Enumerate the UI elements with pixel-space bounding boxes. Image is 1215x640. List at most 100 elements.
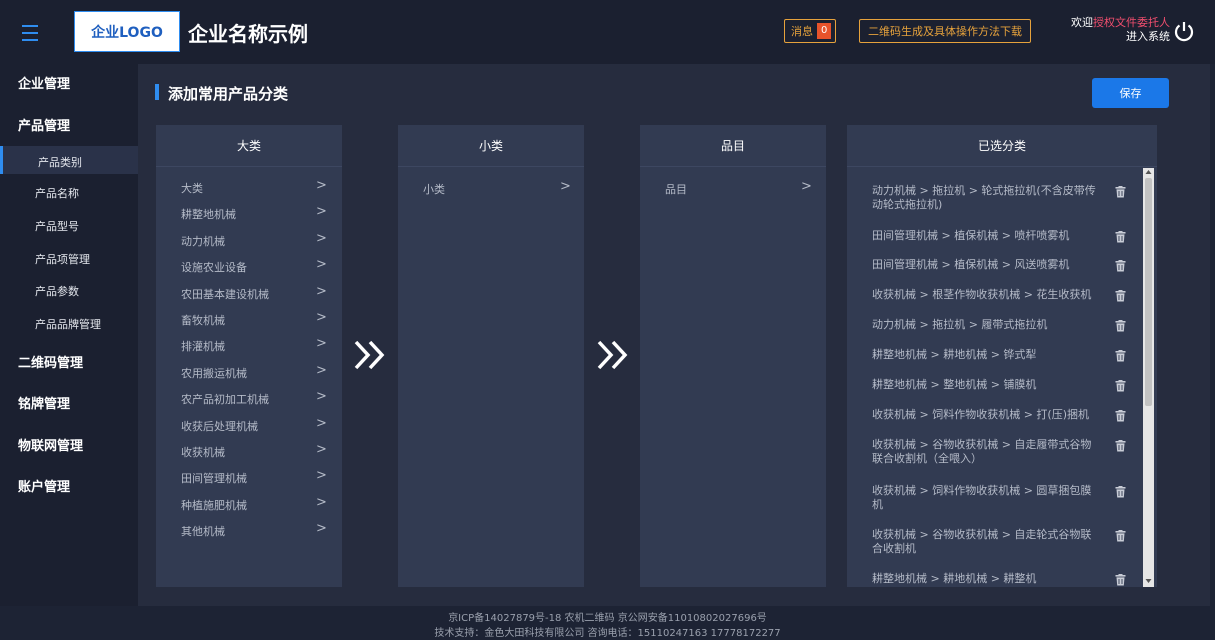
selected-category-text: 合收割机	[872, 542, 916, 555]
item-category-item[interactable]: 品目	[665, 181, 687, 197]
major-category-item[interactable]: 农产品初加工机械	[181, 391, 269, 407]
selected-category-text: 田间管理机械 > 植保机械 > 喷杆喷雾机	[872, 229, 1070, 242]
selected-category-text: 收获机械 > 根茎作物收获机械 > 花生收获机	[872, 288, 1092, 301]
save-button[interactable]: 保存	[1092, 78, 1169, 108]
chevron-right-icon: >	[560, 179, 571, 194]
selected-category-text: 耕整地机械 > 耕地机械 > 耕整机	[872, 572, 1037, 585]
sidebar-item-qrcode[interactable]: 二维码管理	[18, 352, 83, 371]
top-header	[0, 0, 1215, 64]
selected-category-item: 收获机械 > 饲料作物收获机械 > 打(压)捆机	[872, 408, 1112, 422]
major-category-item[interactable]: 设施农业设备	[181, 259, 247, 275]
chevron-right-icon: >	[316, 389, 327, 405]
sidebar-item-enterprise[interactable]: 企业管理	[18, 73, 70, 92]
chevron-right-icon: >	[316, 310, 327, 325]
footer: 京ICP备14027879号-18 农机二维码 京公网安备11010802027…	[0, 606, 1215, 639]
delete-trash-icon[interactable]	[1115, 486, 1126, 498]
major-category-item[interactable]: 大类	[181, 180, 203, 196]
messages-count-badge: 0	[817, 23, 832, 39]
welcome-prefix: 欢迎	[1071, 16, 1093, 29]
sidebar-sub-product-name[interactable]: 产品名称	[35, 185, 79, 201]
menu-toggle-icon[interactable]	[5, 8, 55, 58]
selected-category-item: 田间管理机械 > 植保机械 > 风送喷雾机	[872, 258, 1112, 272]
delete-trash-icon[interactable]	[1115, 574, 1126, 586]
selected-category-item: 耕整地机械 > 耕地机械 > 耕整机	[872, 572, 1112, 586]
selected-category-item: 收获机械 > 谷物收获机械 > 自走履带式谷物 联合收割机（全喂入）	[872, 438, 1112, 466]
sidebar-sub-product-brand[interactable]: 产品品牌管理	[35, 316, 101, 332]
chevron-right-icon: >	[316, 442, 327, 457]
sidebar-sub-product-model[interactable]: 产品型号	[35, 218, 79, 234]
chevron-right-icon: >	[316, 494, 327, 510]
delete-trash-icon[interactable]	[1115, 290, 1126, 302]
delete-trash-icon[interactable]	[1115, 260, 1126, 272]
double-chevron-right-icon[interactable]	[353, 338, 391, 372]
sidebar-sub-product-category[interactable]: 产品类别	[38, 154, 82, 170]
sidebar-sub-product-param[interactable]: 产品参数	[35, 283, 79, 299]
messages-button[interactable]: 消息 0	[784, 19, 837, 43]
major-category-header: 大类	[156, 125, 342, 167]
selected-category-item: 收获机械 > 根茎作物收获机械 > 花生收获机	[872, 288, 1112, 302]
chevron-right-icon: >	[316, 415, 327, 431]
selected-category-item: 动力机械 > 拖拉机 > 轮式拖拉机(不含皮带传 动轮式拖拉机)	[872, 184, 1112, 212]
page-title: 添加常用产品分类	[168, 85, 289, 103]
title-accent-bar	[155, 84, 159, 100]
sidebar-item-account[interactable]: 账户管理	[18, 476, 70, 495]
selected-category-item: 收获机械 > 饲料作物收获机械 > 圆草捆包膜机	[872, 484, 1112, 512]
chevron-right-icon: >	[801, 179, 812, 194]
major-category-item[interactable]: 种植施肥机械	[181, 497, 247, 513]
scroll-up-icon[interactable]	[1145, 169, 1152, 175]
chevron-right-icon: >	[316, 362, 327, 378]
major-category-item[interactable]: 田间管理机械	[181, 470, 247, 486]
delete-trash-icon[interactable]	[1115, 380, 1126, 392]
major-category-item[interactable]: 收获后处理机械	[181, 418, 258, 434]
delete-trash-icon[interactable]	[1115, 440, 1126, 452]
selected-category-text: 动力机械 > 拖拉机 > 履带式拖拉机	[872, 318, 1048, 331]
enterprise-logo: 企业LOGO	[74, 11, 180, 52]
footer-support: 技术支持：金色大田科技有限公司 咨询电话：15110247163 1777817…	[434, 628, 781, 639]
scroll-down-icon[interactable]	[1145, 578, 1152, 584]
company-name: 企业名称示例	[188, 22, 308, 46]
chevron-right-icon: >	[316, 257, 327, 273]
selected-category-text: 收获机械 > 饲料作物收获机械 > 打(压)捆机	[872, 408, 1090, 421]
major-category-item[interactable]: 其他机械	[181, 523, 225, 539]
sidebar-item-nameplate[interactable]: 铭牌管理	[18, 393, 70, 412]
selected-category-item: 田间管理机械 > 植保机械 > 喷杆喷雾机	[872, 229, 1112, 243]
delete-trash-icon[interactable]	[1115, 410, 1126, 422]
selected-category-item: 收获机械 > 谷物收获机械 > 自走轮式谷物联 合收割机	[872, 528, 1112, 556]
footer-icp: 京ICP备14027879号-18 农机二维码 京公网安备11010802027…	[448, 613, 767, 624]
enter-system-link[interactable]: 进入系统	[1126, 30, 1170, 43]
welcome-text: 欢迎授权文件委托人 进入系统	[1055, 16, 1170, 44]
minor-category-header: 小类	[398, 125, 584, 167]
power-icon[interactable]	[1173, 20, 1195, 42]
selected-category-text: 动力机械 > 拖拉机 > 轮式拖拉机(不含皮带传	[872, 184, 1096, 197]
selected-category-text: 动轮式拖拉机)	[872, 198, 943, 211]
sidebar-item-iot[interactable]: 物联网管理	[18, 435, 83, 454]
sidebar-sub-product-item[interactable]: 产品项管理	[35, 251, 90, 267]
major-category-item[interactable]: 农用搬运机械	[181, 365, 247, 381]
double-chevron-right-icon[interactable]	[596, 338, 634, 372]
delete-trash-icon[interactable]	[1115, 186, 1126, 198]
qr-guide-download-button[interactable]: 二维码生成及具体操作方法下载	[859, 19, 1031, 43]
chevron-right-icon: >	[316, 468, 327, 484]
minor-category-item[interactable]: 小类	[423, 181, 445, 197]
chevron-right-icon: >	[316, 336, 327, 352]
delete-trash-icon[interactable]	[1115, 320, 1126, 332]
selected-category-text: 田间管理机械 > 植保机械 > 风送喷雾机	[872, 258, 1070, 271]
major-category-item[interactable]: 排灌机械	[181, 338, 225, 354]
major-category-item[interactable]: 耕整地机械	[181, 206, 236, 222]
selected-category-text: 耕整地机械 > 整地机械 > 铺膜机	[872, 378, 1037, 391]
sidebar-item-product[interactable]: 产品管理	[18, 115, 70, 134]
delete-trash-icon[interactable]	[1115, 231, 1126, 243]
major-category-item[interactable]: 动力机械	[181, 233, 225, 249]
major-category-item[interactable]: 畜牧机械	[181, 312, 225, 328]
selected-scrollbar-thumb[interactable]	[1145, 178, 1152, 406]
selected-category-text: 机	[872, 498, 883, 511]
chevron-right-icon: >	[316, 178, 327, 193]
delete-trash-icon[interactable]	[1115, 350, 1126, 362]
selected-category-item: 耕整地机械 > 整地机械 > 铺膜机	[872, 378, 1112, 392]
major-category-item[interactable]: 农田基本建设机械	[181, 286, 269, 302]
selected-category-item: 耕整地机械 > 耕地机械 > 铧式犁	[872, 348, 1112, 362]
chevron-right-icon: >	[316, 230, 327, 246]
delete-trash-icon[interactable]	[1115, 530, 1126, 542]
major-category-item[interactable]: 收获机械	[181, 444, 225, 460]
user-name-link[interactable]: 授权文件委托人	[1093, 16, 1170, 29]
